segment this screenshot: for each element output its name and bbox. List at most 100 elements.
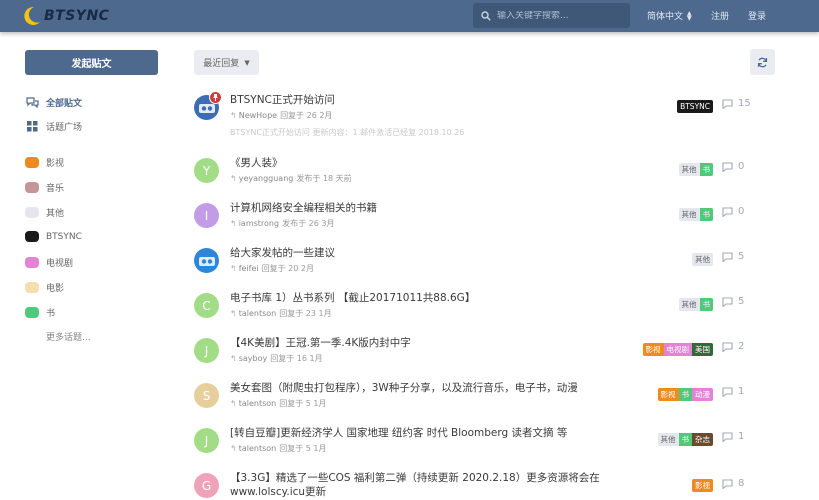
login-link[interactable]: 登录 — [748, 9, 766, 22]
tag-badge[interactable]: 书 — [678, 388, 692, 401]
tag-badge[interactable]: 其他 — [692, 253, 713, 266]
avatar[interactable]: J — [194, 428, 219, 453]
avatar-letter: Y — [202, 163, 211, 178]
avatar[interactable]: I — [194, 203, 219, 228]
post-title[interactable]: 《男人装》 — [230, 156, 283, 170]
tag-badge[interactable]: 动漫 — [692, 388, 713, 401]
post-author[interactable]: yeyangguang — [239, 174, 294, 183]
avatar[interactable] — [194, 248, 219, 273]
sidebar-tag-item[interactable]: 电影 — [25, 281, 64, 294]
post-row[interactable]: C 电子书库 1）丛书系列 【截止20171011共88.6G】 ↰ talentso… — [192, 291, 752, 336]
comment-icon — [722, 341, 733, 352]
post-row[interactable]: J [转自豆瓣]更新经济学人 国家地理 纽约客 时代 Bloomberg 读者文摘… — [192, 426, 752, 471]
reply-count-value: 2 — [738, 341, 745, 352]
post-row[interactable]: BTSYNC正式开始访问 ↰ NewHope 回复于 26 2月 BTSYNC正式开始访… — [192, 91, 752, 138]
tag-badge[interactable]: 书 — [699, 298, 713, 311]
post-tags: 其他 — [692, 253, 713, 266]
post-author[interactable]: iamstrong — [239, 219, 279, 228]
comment-icon — [722, 251, 733, 262]
tag-badge[interactable]: BTSYNC — [677, 100, 713, 113]
register-link[interactable]: 注册 — [711, 9, 729, 22]
post-author[interactable]: sayboy — [239, 354, 268, 363]
post-action-time: 发布于 18 天前 — [296, 174, 352, 183]
tag-color-icon — [25, 282, 39, 293]
more-topics-link[interactable]: 更多话题... — [46, 330, 91, 343]
avatar[interactable]: S — [194, 383, 219, 408]
sidebar-item-label: 全部贴文 — [46, 98, 83, 109]
post-title[interactable]: 美女套图（附爬虫打包程序），3W种子分享，以及流行音乐，电子书，动漫 — [230, 381, 578, 395]
top-header: BTSYNC 简体中文 ▲▼ 注册 登录 — [0, 0, 819, 32]
post-author[interactable]: talentson — [239, 399, 277, 408]
post-row[interactable]: Y 《男人装》 ↰ yeyangguang 发布于 18 天前 其他书 0 — [192, 156, 752, 201]
post-author[interactable]: feifei — [239, 264, 259, 273]
new-post-button[interactable]: 发起贴文 — [25, 50, 158, 75]
tag-badge[interactable]: 书 — [678, 433, 692, 446]
comment-icon — [722, 161, 733, 172]
avatar[interactable]: G — [194, 473, 219, 498]
tag-badge[interactable]: 其他 — [678, 208, 700, 221]
tag-badge[interactable]: 其他 — [678, 298, 700, 311]
avatar[interactable]: C — [194, 293, 219, 318]
post-title[interactable]: 电子书库 1）丛书系列 【截止20171011共88.6G】 — [230, 291, 475, 305]
comment-icon — [722, 386, 733, 397]
tag-badge[interactable]: 其他 — [678, 163, 700, 176]
post-action-time: 发布于 26 3月 — [282, 219, 335, 228]
search-input[interactable] — [497, 10, 627, 21]
sort-dropdown[interactable]: 最近回复 ▼ — [194, 50, 259, 75]
sidebar-tag-item[interactable]: 音乐 — [25, 181, 64, 194]
post-author[interactable]: talentson — [239, 444, 277, 453]
refresh-button[interactable] — [750, 49, 775, 75]
sidebar-tag-item[interactable]: 电视剧 — [25, 256, 73, 269]
sidebar-tag-item[interactable]: BTSYNC — [25, 231, 82, 242]
tag-badge[interactable]: 美国 — [692, 343, 713, 356]
tag-color-icon — [25, 257, 39, 268]
reply-count: 1 — [722, 431, 744, 442]
post-tags: 其他书 — [678, 163, 713, 176]
post-title[interactable]: 计算机网络安全编程相关的书籍 — [230, 201, 377, 215]
post-row[interactable]: G 【3.3G】精选了一些COS 福利第二弹（持续更新 2020.2.18）更多资… — [192, 471, 752, 500]
sidebar-tag-item[interactable]: 影视 — [25, 156, 64, 169]
reply-count: 8 — [722, 478, 744, 489]
sidebar-item-topic-square[interactable]: 话题广场 — [25, 119, 82, 133]
tag-badge[interactable]: 杂志 — [692, 433, 713, 446]
post-action-time: 回复于 20 2月 — [261, 264, 314, 273]
post-tags: 影视 电视剧 美国 — [642, 343, 713, 356]
language-select[interactable]: 简体中文 ▲ ▼ — [647, 9, 692, 22]
post-author[interactable]: NewHope — [239, 111, 277, 120]
post-title[interactable]: [转自豆瓣]更新经济学人 国家地理 纽约客 时代 Bloomberg 读者文摘 … — [230, 426, 567, 440]
site-logo[interactable]: BTSYNC — [24, 5, 109, 27]
post-title[interactable]: 【4K美剧】王冠.第一季.4K版内封中字 — [230, 336, 411, 350]
tag-badge[interactable]: 电视剧 — [663, 343, 692, 356]
tag-badge[interactable]: 影视 — [657, 388, 679, 401]
reply-icon: ↰ — [230, 264, 237, 273]
post-tags: 影视书动漫 — [657, 388, 713, 401]
sidebar-tag-item[interactable]: 其他 — [25, 206, 64, 219]
post-action-time: 回复于 5 1月 — [279, 444, 327, 453]
search-box[interactable] — [473, 3, 630, 28]
post-row[interactable]: S 美女套图（附爬虫打包程序），3W种子分享，以及流行音乐，电子书，动漫 ↰ tale… — [192, 381, 752, 426]
reply-count: 1 — [722, 386, 744, 397]
reply-count-value: 1 — [738, 431, 745, 442]
sidebar-item-all-posts[interactable]: 全部贴文 — [25, 95, 82, 109]
post-row[interactable]: I 计算机网络安全编程相关的书籍 ↰ iamstrong 发布于 26 3月 其他书 0 — [192, 201, 752, 246]
sidebar-tag-label: 音乐 — [46, 184, 65, 194]
post-title[interactable]: 给大家发帖的一些建议 — [230, 246, 335, 260]
post-row[interactable]: J 【4K美剧】王冠.第一季.4K版内封中字 ↰ sayboy 回复于 16 1月 影视电… — [192, 336, 752, 381]
avatar[interactable]: Y — [194, 158, 219, 183]
tag-badge[interactable]: 书 — [699, 163, 713, 176]
reply-count-value: 8 — [738, 478, 745, 489]
tag-badge[interactable]: 影视 — [692, 479, 713, 492]
post-author[interactable]: talentson — [239, 309, 277, 318]
post-tags: 其他书 — [678, 298, 713, 311]
sidebar-tag-item[interactable]: 书 — [25, 306, 55, 319]
post-title[interactable]: 【3.3G】精选了一些COS 福利第二弹（持续更新 2020.2.18）更多资源… — [230, 471, 610, 499]
tag-badge[interactable]: 其他 — [657, 433, 679, 446]
avatar[interactable]: J — [194, 338, 219, 363]
reply-icon: ↰ — [230, 444, 237, 453]
reply-count: 0 — [722, 161, 744, 172]
post-row[interactable]: 给大家发帖的一些建议 ↰ feifei 回复于 20 2月 其他 5 — [192, 246, 752, 291]
tag-badge[interactable]: 书 — [699, 208, 713, 221]
reply-count: 0 — [722, 206, 744, 217]
tag-badge[interactable]: 影视 — [642, 343, 664, 356]
post-title[interactable]: BTSYNC正式开始访问 — [230, 93, 335, 107]
